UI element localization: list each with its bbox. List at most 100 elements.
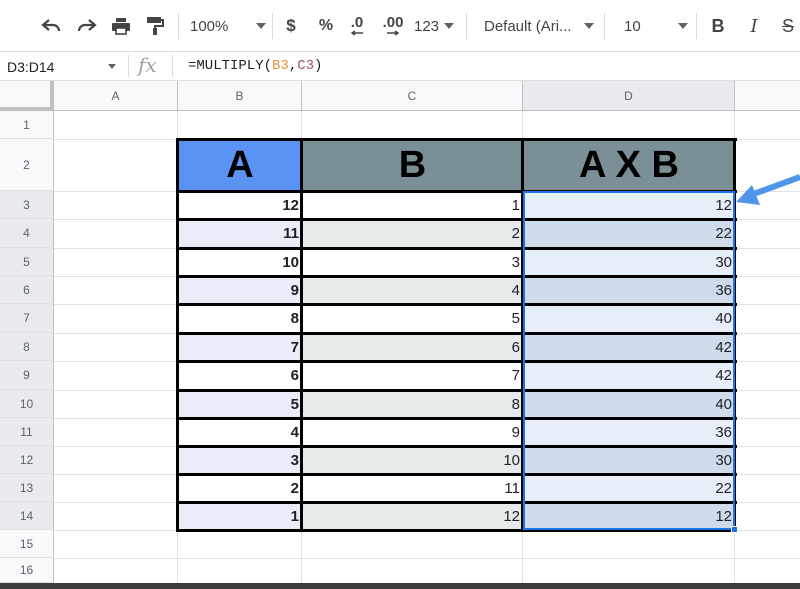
row-header[interactable]: 14	[0, 502, 54, 530]
zoom-select[interactable]: 100%	[190, 12, 266, 40]
paint-format-icon[interactable]	[142, 12, 168, 40]
cell-a[interactable]: 5	[178, 390, 302, 418]
toolbar-divider	[466, 13, 467, 39]
gridline	[54, 558, 800, 559]
table-border	[176, 138, 737, 141]
name-box[interactable]: D3:D14	[0, 52, 128, 81]
currency-format-button[interactable]: $	[281, 12, 301, 40]
toolbar: 100% $ % .0 .00 123 Default (Ari... 10 B…	[0, 0, 800, 52]
percent-format-button[interactable]: %	[316, 12, 336, 40]
undo-icon[interactable]	[38, 12, 64, 40]
row-header[interactable]: 15	[0, 530, 54, 558]
cell-b[interactable]: 9	[302, 418, 523, 446]
cell-a[interactable]: 1	[178, 502, 302, 530]
cell-axb[interactable]: 12	[523, 502, 735, 530]
fx-icon: fx	[138, 53, 157, 77]
cell-axb[interactable]: 40	[523, 390, 735, 418]
cell-a[interactable]: 12	[178, 191, 302, 219]
row-header[interactable]: 16	[0, 558, 54, 583]
row-header[interactable]: 3	[0, 191, 54, 219]
column-header-b[interactable]: B	[178, 81, 302, 111]
cell-axb[interactable]: 36	[523, 418, 735, 446]
cell-a[interactable]: 7	[178, 333, 302, 361]
cell-b[interactable]: 2	[302, 219, 523, 248]
row-header[interactable]: 9	[0, 361, 54, 390]
decrease-decimals-button[interactable]: .0	[344, 12, 370, 40]
cell-a[interactable]: 2	[178, 474, 302, 502]
cell-b[interactable]: 1	[302, 191, 523, 219]
cell-axb[interactable]: 42	[523, 361, 735, 390]
cell-a[interactable]: 9	[178, 276, 302, 304]
table-header-a[interactable]: A	[178, 139, 302, 191]
cell-axb[interactable]: 22	[523, 219, 735, 248]
table-border	[176, 473, 737, 476]
cell-axb[interactable]: 40	[523, 304, 735, 333]
table-border	[176, 275, 737, 278]
table-header-axb[interactable]: A X B	[523, 139, 735, 191]
cell-a[interactable]: 11	[178, 219, 302, 248]
row-header[interactable]: 12	[0, 446, 54, 474]
table-border	[176, 389, 737, 392]
cell-b[interactable]: 5	[302, 304, 523, 333]
row-header[interactable]: 4	[0, 219, 54, 248]
cell-b[interactable]: 3	[302, 248, 523, 276]
cell-a[interactable]: 8	[178, 304, 302, 333]
chevron-down-icon	[108, 64, 116, 69]
select-all-corner[interactable]	[0, 81, 54, 111]
cell-axb[interactable]: 42	[523, 333, 735, 361]
row-header[interactable]: 2	[0, 139, 54, 191]
font-size-select[interactable]: 10	[624, 12, 688, 40]
font-family-select[interactable]: Default (Ari...	[484, 12, 594, 40]
cell-b[interactable]: 11	[302, 474, 523, 502]
redo-icon[interactable]	[74, 12, 100, 40]
chevron-down-icon	[444, 23, 454, 29]
cell-b[interactable]: 12	[302, 502, 523, 530]
table-border	[176, 190, 737, 193]
formula-suffix: )	[314, 58, 323, 74]
table-border	[176, 332, 737, 335]
cell-b[interactable]: 8	[302, 390, 523, 418]
arrow-left-icon	[350, 30, 363, 36]
increase-decimals-button[interactable]: .00	[380, 12, 406, 40]
fill-handle[interactable]	[731, 526, 738, 533]
row-header[interactable]: 6	[0, 276, 54, 304]
row-header[interactable]: 1	[0, 111, 54, 139]
cell-a[interactable]: 6	[178, 361, 302, 390]
row-header[interactable]: 10	[0, 390, 54, 418]
formula-comma: ,	[288, 58, 298, 74]
print-icon[interactable]	[108, 12, 134, 40]
column-header-d[interactable]: D	[523, 81, 735, 111]
cell-b[interactable]: 6	[302, 333, 523, 361]
cell-a[interactable]: 4	[178, 418, 302, 446]
cell-b[interactable]: 10	[302, 446, 523, 474]
italic-button[interactable]: I	[744, 12, 764, 40]
column-header-e[interactable]	[735, 81, 800, 111]
table-border	[521, 138, 524, 531]
cell-axb[interactable]: 30	[523, 446, 735, 474]
table-header-b[interactable]: B	[302, 139, 523, 191]
table-border	[176, 247, 737, 250]
cell-a[interactable]: 3	[178, 446, 302, 474]
formula-input[interactable]: =MULTIPLY(B3,C3)	[188, 58, 322, 74]
number-format-select[interactable]: 123	[414, 12, 454, 40]
row-header[interactable]: 13	[0, 474, 54, 502]
cell-axb[interactable]: 22	[523, 474, 735, 502]
cell-axb[interactable]: 36	[523, 276, 735, 304]
cell-b[interactable]: 7	[302, 361, 523, 390]
row-header[interactable]: 5	[0, 248, 54, 276]
row-header[interactable]: 7	[0, 304, 54, 333]
cell-axb[interactable]: 12	[523, 191, 735, 219]
bold-button[interactable]: B	[708, 12, 728, 40]
formula-prefix: =MULTIPLY(	[188, 58, 273, 74]
spreadsheet-grid[interactable]: A B C D 1 2 3 4 5 6 7 8 9 10 11 12 13 14 15 16 A B A X B 12…	[0, 81, 800, 583]
row-header[interactable]: 8	[0, 333, 54, 361]
strikethrough-button[interactable]: S	[778, 12, 798, 40]
row-header[interactable]: 11	[0, 418, 54, 446]
column-header-a[interactable]: A	[54, 81, 178, 111]
cell-a[interactable]: 10	[178, 248, 302, 276]
table-border	[176, 501, 737, 504]
cell-axb[interactable]: 30	[523, 248, 735, 276]
cell-b[interactable]: 4	[302, 276, 523, 304]
table-border	[176, 445, 737, 448]
column-header-c[interactable]: C	[302, 81, 523, 111]
